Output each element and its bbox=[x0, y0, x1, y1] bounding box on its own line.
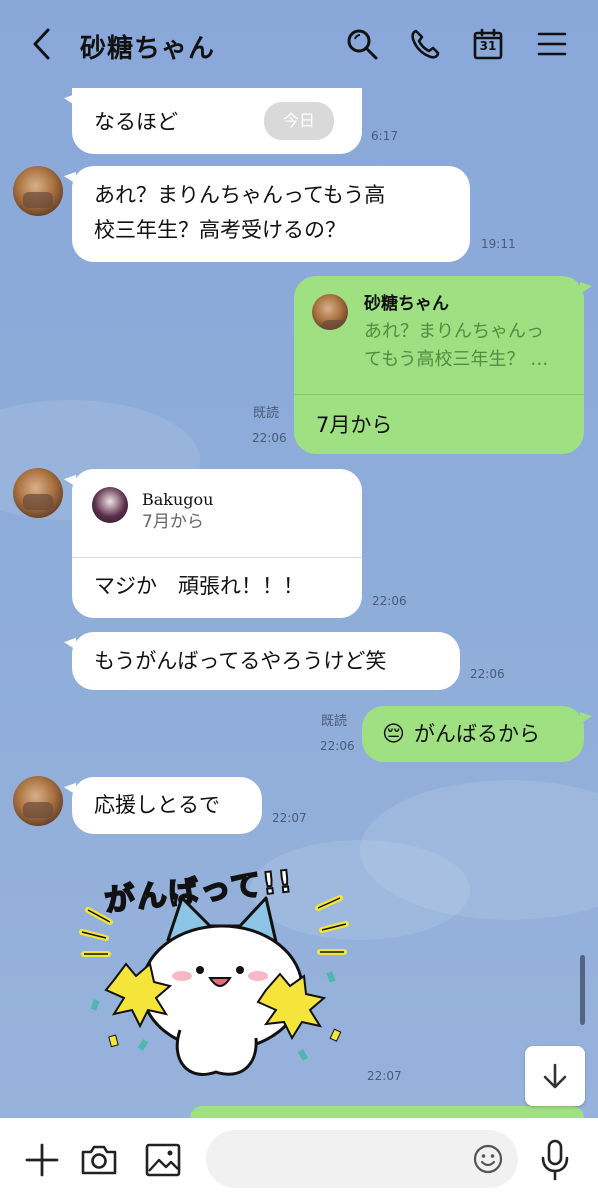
message-time: 22:06 bbox=[320, 739, 355, 753]
reply-divider bbox=[294, 394, 584, 395]
chat-header: 砂糖ちゃん 31 bbox=[0, 0, 598, 88]
avatar[interactable] bbox=[13, 166, 63, 216]
message-bubble[interactable]: 😔 がんばるから bbox=[362, 706, 584, 762]
message-text: がんばるから bbox=[414, 722, 540, 746]
message-text-line: 校三年生？高考受けるの？ bbox=[94, 218, 346, 242]
message-text: もうがんばってるやろうけど笑 bbox=[94, 649, 387, 673]
message-time: 22:06 bbox=[470, 667, 505, 681]
search-icon[interactable] bbox=[342, 24, 382, 64]
message-bubble[interactable]: もうがんばってるやろうけど笑 bbox=[72, 632, 460, 690]
sticker-image bbox=[79, 895, 349, 1076]
message-text: 応援しとるで bbox=[94, 793, 220, 817]
reply-text: 7月から bbox=[142, 512, 204, 532]
date-pill: 今日 bbox=[264, 102, 334, 140]
calendar-icon[interactable]: 31 bbox=[468, 24, 508, 64]
reply-avatar bbox=[312, 294, 348, 330]
menu-icon[interactable] bbox=[532, 24, 572, 64]
reply-divider bbox=[72, 557, 362, 558]
read-receipt: 既読 bbox=[321, 714, 348, 729]
back-icon[interactable] bbox=[22, 24, 62, 64]
mic-icon[interactable] bbox=[537, 1138, 573, 1182]
avatar[interactable] bbox=[13, 468, 63, 518]
chat-title: 砂糖ちゃん bbox=[80, 34, 216, 64]
emoji-face: 😔 bbox=[382, 722, 405, 747]
sticker[interactable]: がんばって!! bbox=[70, 860, 360, 1090]
message-time: 22:06 bbox=[372, 594, 407, 608]
message-time: 22:06 bbox=[252, 431, 287, 445]
message-text: マジか 頑張れ！！！ bbox=[94, 574, 304, 598]
message-bubble[interactable]: 応援しとるで bbox=[72, 777, 262, 834]
calendar-day-label: 31 bbox=[479, 39, 497, 53]
message-bubble[interactable]: 砂糖ちゃん あれ？まりんちゃんっ てもう高校三年生？ … 7月から bbox=[294, 276, 584, 454]
scroll-to-bottom-button[interactable] bbox=[525, 1046, 585, 1106]
message-time: 22:07 bbox=[367, 1069, 402, 1083]
plus-icon[interactable] bbox=[22, 1140, 62, 1180]
message-bubble-partial bbox=[190, 1106, 584, 1118]
message-time: 22:07 bbox=[272, 811, 307, 825]
phone-icon[interactable] bbox=[405, 24, 445, 64]
reply-name: 砂糖ちゃん bbox=[364, 294, 449, 314]
message-bubble[interactable]: Bakugou 7月から マジか 頑張れ！！！ bbox=[72, 469, 362, 618]
message-text: 7月から bbox=[316, 413, 393, 437]
emoji-icon[interactable] bbox=[472, 1143, 504, 1175]
reply-avatar bbox=[92, 487, 128, 523]
message-time: 6:17 bbox=[371, 129, 398, 143]
image-icon[interactable] bbox=[143, 1140, 183, 1180]
avatar[interactable] bbox=[13, 776, 63, 826]
reply-text-line: あれ？まりんちゃんっ bbox=[364, 321, 544, 342]
reply-text-line: てもう高校三年生？ … bbox=[364, 349, 549, 370]
message-input[interactable] bbox=[206, 1130, 518, 1188]
camera-icon[interactable] bbox=[79, 1140, 119, 1180]
message-text-line: あれ？まりんちゃんってもう高 bbox=[94, 183, 386, 207]
message-bubble[interactable]: あれ？まりんちゃんってもう高 校三年生？高考受けるの？ bbox=[72, 166, 470, 262]
arrow-down-icon bbox=[543, 1063, 567, 1089]
read-receipt: 既読 bbox=[253, 406, 280, 421]
message-text: なるほど bbox=[94, 110, 178, 134]
input-bar bbox=[0, 1118, 598, 1200]
message-time: 19:11 bbox=[481, 237, 516, 251]
scrollbar-thumb[interactable] bbox=[580, 955, 585, 1025]
